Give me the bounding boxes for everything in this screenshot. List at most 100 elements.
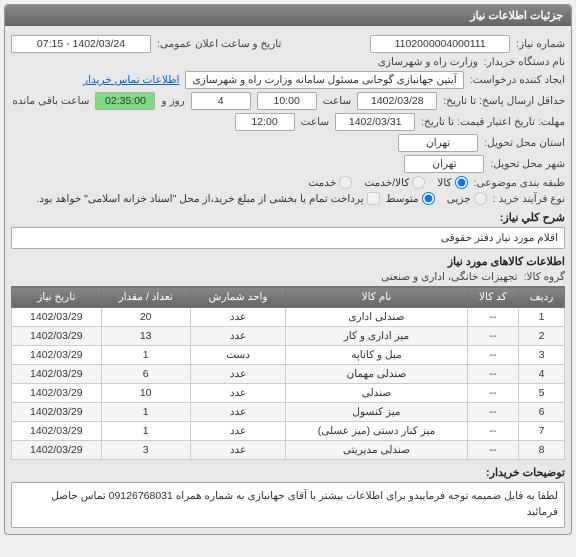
table-cell: 1402/03/29 bbox=[12, 403, 102, 422]
announce-label: تاریخ و ساعت اعلان عمومی: bbox=[157, 38, 281, 50]
th-name: نام کالا bbox=[286, 287, 467, 308]
cat-serv-only-label: خدمت bbox=[308, 177, 336, 189]
category-radio-group: کالا کالا/خدمت خدمت bbox=[308, 176, 467, 189]
table-cell: 20 bbox=[101, 308, 190, 327]
table-cell: 1402/03/29 bbox=[12, 365, 102, 384]
table-cell: 1402/03/29 bbox=[12, 327, 102, 346]
table-row[interactable]: 3--مبل و کاناپهدست11402/03/29 bbox=[12, 346, 565, 365]
buyer-label: نام دستگاه خریدار: bbox=[484, 56, 565, 68]
table-cell: صندلی مهمان bbox=[286, 365, 467, 384]
need-no-value: 1102000004000111 bbox=[370, 35, 510, 53]
bt-medium-label: متوسط bbox=[386, 193, 419, 205]
table-cell: مبل و کاناپه bbox=[286, 346, 467, 365]
table-cell: 8 bbox=[519, 441, 565, 460]
desc-title: شرح کلي نياز: bbox=[11, 211, 565, 224]
bt-note-label: پرداخت تمام یا بخشی از مبلغ خرید،از محل … bbox=[37, 193, 364, 205]
requester-label: ایجاد کننده درخواست: bbox=[470, 74, 565, 86]
group-value: تجهیزات خانگی، اداری و صنعتی bbox=[381, 271, 517, 283]
bt-medium-radio[interactable]: متوسط bbox=[386, 192, 435, 205]
table-cell: صندلی اداری bbox=[286, 308, 467, 327]
table-cell: 1 bbox=[101, 422, 190, 441]
table-header-row: ردیف کد کالا نام کالا واحد شمارش تعداد /… bbox=[12, 287, 565, 308]
table-row[interactable]: 4--صندلی مهمانعدد61402/03/29 bbox=[12, 365, 565, 384]
table-row[interactable]: 7--میز کنار دستی (میز عسلی)عدد11402/03/2… bbox=[12, 422, 565, 441]
requester-value: آیتین جهانبازی گوجانی مسئول سامانه وزارت… bbox=[185, 71, 463, 89]
table-cell: 3 bbox=[519, 346, 565, 365]
day-label: روز و bbox=[161, 95, 184, 107]
table-cell: دست bbox=[190, 346, 286, 365]
cat-service-input[interactable] bbox=[412, 176, 425, 189]
bt-note-input[interactable] bbox=[367, 192, 380, 205]
table-cell: 1 bbox=[101, 346, 190, 365]
table-row[interactable]: 8--صندلی مدیریتیعدد31402/03/29 bbox=[12, 441, 565, 460]
table-row[interactable]: 5--صندلیعدد101402/03/29 bbox=[12, 384, 565, 403]
table-cell: 10 bbox=[101, 384, 190, 403]
table-cell: 3 bbox=[101, 441, 190, 460]
table-cell: میز اداری و کار bbox=[286, 327, 467, 346]
footer-text: لطفا به فایل ضمیمه توجه فرماییدو برای اط… bbox=[11, 482, 565, 528]
table-cell: صندلی bbox=[286, 384, 467, 403]
table-cell: 1402/03/29 bbox=[12, 346, 102, 365]
time-label-2: ساعت bbox=[301, 116, 330, 128]
table-cell: عدد bbox=[190, 441, 286, 460]
table-row[interactable]: 2--میز اداری و کارعدد131402/03/29 bbox=[12, 327, 565, 346]
th-code: کد کالا bbox=[467, 287, 519, 308]
city-value: تهران bbox=[404, 155, 484, 173]
province-value: تهران bbox=[398, 134, 478, 152]
cat-service-label: کالا/خدمت bbox=[364, 177, 409, 189]
table-cell: میز کنار دستی (میز عسلی) bbox=[286, 422, 467, 441]
table-cell: 6 bbox=[101, 365, 190, 384]
cat-goods-input[interactable] bbox=[455, 176, 468, 189]
cat-service-radio[interactable]: کالا/خدمت bbox=[364, 176, 425, 189]
valid-date: 1402/03/31 bbox=[335, 113, 415, 131]
remain-days: 4 bbox=[191, 92, 251, 110]
subject-cat-label: طبقه بندی موضوعی: bbox=[474, 177, 565, 189]
time-label-1: ساعت bbox=[323, 95, 352, 107]
table-cell: عدد bbox=[190, 403, 286, 422]
table-body: 1--صندلی اداریعدد201402/03/292--میز ادار… bbox=[12, 308, 565, 460]
deadline-time: 10:00 bbox=[257, 92, 317, 110]
cat-goods-radio[interactable]: کالا bbox=[437, 176, 467, 189]
table-row[interactable]: 6--میز کنسولعدد11402/03/29 bbox=[12, 403, 565, 422]
th-date: تاریخ نیاز bbox=[12, 287, 102, 308]
table-cell: میز کنسول bbox=[286, 403, 467, 422]
table-cell: 4 bbox=[519, 365, 565, 384]
valid-label: مهلت: تاریخ اعتبار قیمت: تا تاریخ: bbox=[421, 116, 565, 128]
table-cell: 1402/03/29 bbox=[12, 384, 102, 403]
table-cell: 1402/03/29 bbox=[12, 422, 102, 441]
table-cell: -- bbox=[467, 403, 519, 422]
goods-title: اطلاعات کالاهای مورد نیاز bbox=[11, 255, 565, 268]
cat-serv-only-input[interactable] bbox=[339, 176, 352, 189]
bt-small-input[interactable] bbox=[474, 192, 487, 205]
table-cell: -- bbox=[467, 308, 519, 327]
table-cell: عدد bbox=[190, 384, 286, 403]
table-cell: 1 bbox=[519, 308, 565, 327]
deadline-date: 1402/03/28 bbox=[357, 92, 437, 110]
cat-serv-only-radio[interactable]: خدمت bbox=[308, 176, 352, 189]
table-cell: -- bbox=[467, 327, 519, 346]
bt-note-check[interactable]: پرداخت تمام یا بخشی از مبلغ خرید،از محل … bbox=[37, 192, 380, 205]
remain-time: 02:35:00 bbox=[95, 92, 155, 110]
contact-link[interactable]: اطلاعات تماس خریدار bbox=[83, 74, 179, 86]
th-row: ردیف bbox=[519, 287, 565, 308]
table-row[interactable]: 1--صندلی اداریعدد201402/03/29 bbox=[12, 308, 565, 327]
table-cell: -- bbox=[467, 346, 519, 365]
table-cell: 1402/03/29 bbox=[12, 308, 102, 327]
cat-goods-label: کالا bbox=[437, 177, 451, 189]
table-cell: 2 bbox=[519, 327, 565, 346]
table-cell: -- bbox=[467, 422, 519, 441]
bt-small-radio[interactable]: جزیی bbox=[447, 192, 487, 205]
table-cell: 13 bbox=[101, 327, 190, 346]
table-cell: عدد bbox=[190, 365, 286, 384]
announce-value: 1402/03/24 - 07:15 bbox=[11, 35, 151, 53]
remain-label: ساعت باقی مانده bbox=[12, 95, 89, 107]
table-cell: 5 bbox=[519, 384, 565, 403]
details-panel: جزئیات اطلاعات نیاز شماره نیاز: 11020000… bbox=[4, 4, 572, 535]
footer-title: توضیحات خریدار: bbox=[11, 466, 565, 479]
table-cell: عدد bbox=[190, 327, 286, 346]
need-no-label: شماره نیاز: bbox=[516, 38, 565, 50]
valid-time: 12:00 bbox=[235, 113, 295, 131]
table-cell: 1402/03/29 bbox=[12, 441, 102, 460]
bt-medium-input[interactable] bbox=[422, 192, 435, 205]
table-cell: 1 bbox=[101, 403, 190, 422]
